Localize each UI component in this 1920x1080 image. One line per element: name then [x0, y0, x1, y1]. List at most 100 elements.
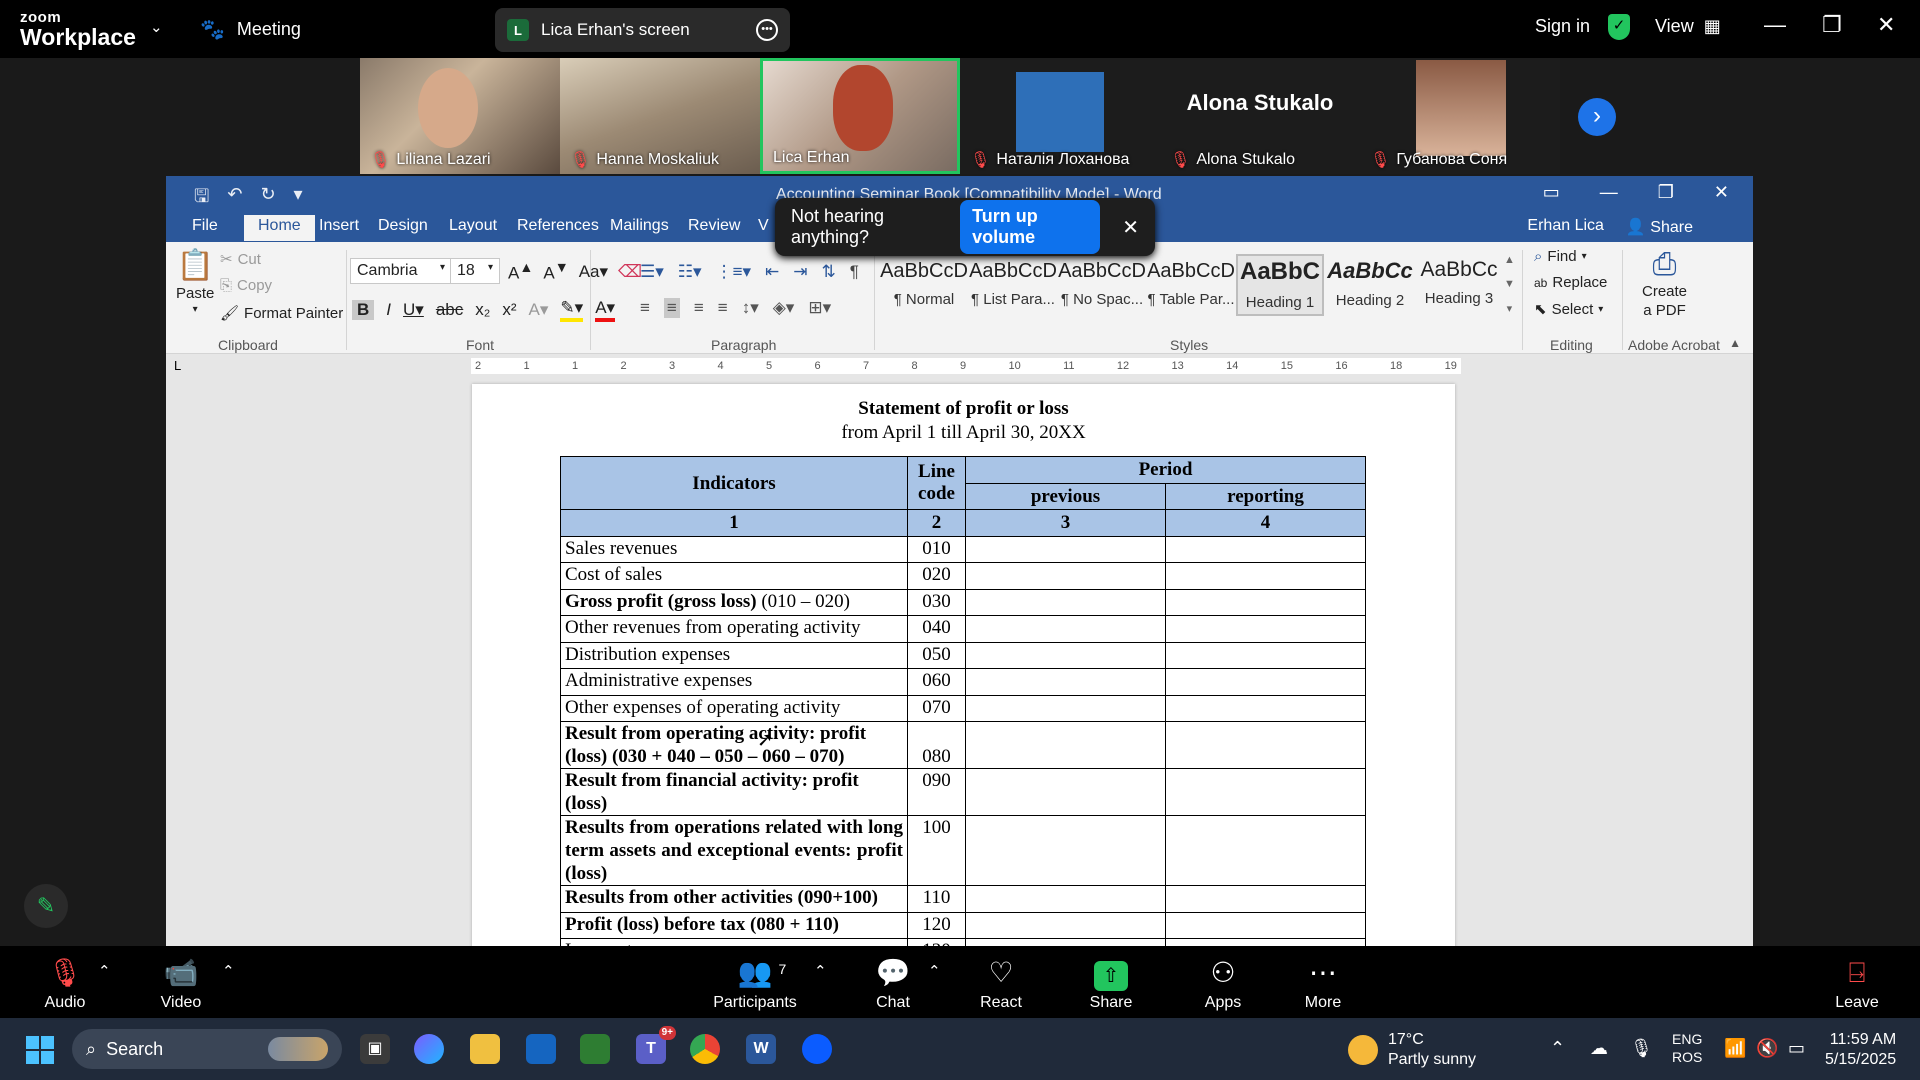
previous-value-cell[interactable] [965, 721, 1166, 769]
justify-icon[interactable]: ≡ [718, 298, 728, 318]
reporting-value-cell[interactable] [1165, 535, 1366, 563]
show-formatting-icon[interactable]: ¶ [850, 262, 859, 282]
chevron-up-icon[interactable]: ⌃ [928, 962, 941, 980]
format-painter-button[interactable]: 🖌 Format Painter [220, 304, 343, 323]
increase-indent-icon[interactable]: ⇥ [793, 262, 807, 282]
sign-in-link[interactable]: Sign in [1535, 16, 1590, 37]
close-icon[interactable]: ✕ [1877, 12, 1895, 38]
indicator-cell[interactable]: Results from operations related with lon… [560, 815, 908, 886]
previous-value-cell[interactable] [965, 535, 1166, 563]
style-heading-3[interactable]: AaBbCc Heading 3 [1415, 254, 1503, 316]
more-button[interactable]: ⋯ More [1278, 956, 1368, 1012]
chevron-down-icon[interactable]: ⌄ [150, 18, 163, 36]
chevron-up-icon[interactable]: ⌃ [222, 962, 235, 980]
minimize-icon[interactable]: — [1600, 182, 1618, 203]
redo-icon[interactable]: ↻ [260, 184, 275, 214]
create-pdf-button[interactable]: ⎙ Create a PDF [1642, 248, 1687, 320]
clear-formatting-icon[interactable]: ⌫ [618, 262, 642, 282]
borders-icon[interactable]: ⊞▾ [808, 298, 831, 318]
indicator-cell[interactable]: Other revenues from operating activity [560, 615, 908, 643]
font-size-select[interactable]: 18 ▾ [450, 258, 500, 284]
reporting-value-cell[interactable] [1165, 641, 1366, 669]
shading-icon[interactable]: ◈▾ [773, 298, 795, 318]
decrease-indent-icon[interactable]: ⇤ [765, 262, 779, 282]
reporting-value-cell[interactable] [1165, 562, 1366, 590]
video-tile-active[interactable]: Lica Erhan [760, 58, 960, 174]
store-icon[interactable] [526, 1034, 556, 1064]
chrome-icon[interactable] [690, 1034, 720, 1064]
video-tile[interactable]: 🎙 Губанова Соня [1360, 58, 1560, 174]
spreadsheet-app-icon[interactable] [580, 1034, 610, 1064]
user-name[interactable]: Erhan Lica [1527, 217, 1604, 237]
ruler-track[interactable]: 2 1 1 2 3 4 5 6 7 8 9 10 11 12 13 14 15 16 18 19 [471, 358, 1461, 374]
shrink-font-icon[interactable]: A▼ [543, 260, 568, 284]
battery-icon[interactable]: ▭ [1788, 1038, 1805, 1059]
reporting-value-cell[interactable] [1165, 815, 1366, 886]
indicator-cell[interactable]: Distribution expenses [560, 641, 908, 669]
video-tile[interactable]: 🎙 Hanna Moskaliuk [560, 58, 760, 174]
reporting-value-cell[interactable] [1165, 911, 1366, 939]
line-spacing-icon[interactable]: ↕▾ [742, 298, 759, 318]
reporting-value-cell[interactable] [1165, 768, 1366, 816]
previous-value-cell[interactable] [965, 815, 1166, 886]
italic-icon[interactable]: I [386, 300, 391, 320]
share-screen-button[interactable]: ⇧ Share [1066, 956, 1156, 1012]
reporting-value-cell[interactable] [1165, 694, 1366, 722]
indicator-cell[interactable]: Result from operating activity: profit (… [560, 721, 908, 769]
screen-share-indicator[interactable]: L Lica Erhan's screen ••• [495, 8, 790, 52]
undo-icon[interactable]: ↶ [227, 184, 242, 214]
style-heading-1[interactable]: AaBbC Heading 1 [1236, 254, 1324, 316]
reporting-value-cell[interactable] [1165, 668, 1366, 696]
meeting-menu[interactable]: 🐾 Meeting [200, 17, 301, 42]
indicator-cell[interactable]: Sales revenues [560, 535, 908, 563]
indicator-cell[interactable]: Profit (loss) before tax (080 + 110) [560, 911, 908, 939]
reporting-value-cell[interactable] [1165, 721, 1366, 769]
video-tile[interactable]: 🎙 Наталія Лоханова [960, 58, 1160, 174]
collapse-ribbon-icon[interactable]: ▲ [1729, 336, 1741, 350]
copy-button[interactable]: ⎘ Copy [220, 277, 272, 294]
text-effects-icon[interactable]: A▾ [529, 300, 549, 320]
replace-button[interactable]: ab Replace [1534, 274, 1607, 291]
underline-icon[interactable]: U▾ [403, 300, 424, 320]
participants-button[interactable]: 👥 7 Participants [710, 956, 800, 1012]
close-icon[interactable]: ✕ [1714, 182, 1729, 203]
chevron-up-icon[interactable]: ⌃ [1550, 1038, 1565, 1059]
sort-icon[interactable]: ⇅ [822, 262, 836, 282]
save-icon[interactable]: 🖫 [194, 184, 209, 214]
file-explorer-icon[interactable] [470, 1034, 500, 1064]
copilot-icon[interactable] [414, 1034, 444, 1064]
reporting-value-cell[interactable] [1165, 885, 1366, 913]
tab-file[interactable]: File [192, 217, 218, 235]
video-tile[interactable]: 🎙 Liliana Lazari [360, 58, 560, 174]
highlight-icon[interactable]: ✎▾ [560, 298, 584, 322]
document-page[interactable]: Statement of profit or loss from April 1… [472, 384, 1455, 946]
align-left-icon[interactable]: ≡ [640, 298, 650, 318]
multilevel-list-icon[interactable]: ⋮≡▾ [716, 262, 751, 282]
indicator-cell[interactable]: Cost of sales [560, 562, 908, 590]
view-button[interactable]: View ▦ [1655, 16, 1721, 37]
style-table-paragraph[interactable]: AaBbCcD ¶ Table Par... [1147, 254, 1235, 316]
tab-layout[interactable]: Layout [449, 217, 497, 235]
select-button[interactable]: ⬉ Select ▾ [1534, 300, 1603, 319]
reporting-value-cell[interactable] [1165, 588, 1366, 616]
cloud-sync-icon[interactable]: ☁ [1590, 1038, 1608, 1059]
subscript-icon[interactable]: x₂ [475, 300, 490, 320]
video-button[interactable]: 📹 Video [136, 956, 226, 1012]
tab-home[interactable]: Home [244, 215, 315, 241]
indicator-cell[interactable]: Administrative expenses [560, 668, 908, 696]
tab-references[interactable]: References [517, 217, 599, 235]
indicator-cell[interactable]: Results from other activities (090+100) [560, 885, 908, 913]
strikethrough-icon[interactable]: abc [436, 300, 463, 320]
chevron-up-icon[interactable]: ▲ [1504, 254, 1515, 266]
chat-button[interactable]: 💬 Chat [848, 956, 938, 1012]
audio-button[interactable]: 🎙 Audio [20, 956, 110, 1012]
tab-design[interactable]: Design [378, 217, 428, 235]
previous-value-cell[interactable] [965, 615, 1166, 643]
grow-font-icon[interactable]: A▲ [508, 260, 533, 284]
previous-value-cell[interactable] [965, 938, 1166, 946]
indicator-cell[interactable]: Result from financial activity: profit (… [560, 768, 908, 816]
react-button[interactable]: ♡ React [956, 956, 1046, 1012]
teams-icon[interactable]: T 9+ [636, 1026, 676, 1064]
zoom-app-icon[interactable] [802, 1034, 832, 1064]
indicator-cell[interactable]: Other expenses of operating activity [560, 694, 908, 722]
